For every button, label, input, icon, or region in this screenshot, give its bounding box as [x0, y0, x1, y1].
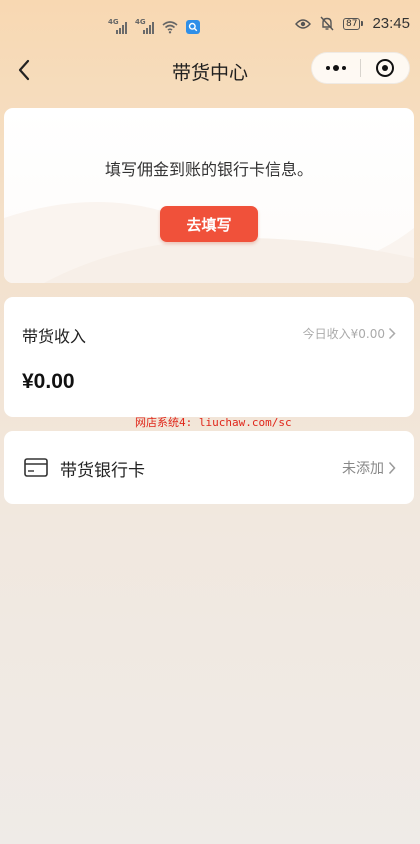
watermark-text: 网店系统4: liuchaw.com/sc: [135, 416, 292, 429]
signal-sim2-icon: 4G: [135, 18, 154, 34]
income-title: 带货收入: [22, 327, 87, 346]
status-bar-indicators: 4G 4G: [108, 14, 200, 34]
more-button[interactable]: [312, 53, 360, 83]
clock: 23:45: [372, 15, 410, 32]
battery-icon: 87: [343, 17, 364, 30]
chevron-right-icon: [388, 327, 396, 340]
wifi-icon: [162, 21, 178, 34]
card-background-wave: [4, 202, 414, 283]
nav-bar: 带货中心: [0, 46, 420, 94]
bank-info-card: 填写佣金到账的银行卡信息。 去填写: [4, 108, 414, 283]
sim2-label: 4G: [135, 18, 146, 26]
signal-sim1-icon: 4G: [108, 18, 127, 34]
chevron-right-icon: [388, 461, 396, 475]
bank-card-status-text: 未添加: [342, 461, 384, 477]
bank-card-row[interactable]: 带货银行卡 未添加: [4, 431, 414, 504]
status-bar: 4G 4G 87 23:45: [0, 0, 420, 50]
fill-in-button[interactable]: 去填写: [160, 206, 258, 242]
today-income-link[interactable]: 今日收入¥0.00: [303, 325, 396, 342]
mute-bell-icon: [320, 16, 334, 31]
eye-icon: [295, 18, 311, 29]
status-bar-right: 87 23:45: [295, 15, 410, 32]
miniprogram-capsule: [311, 52, 410, 84]
income-card: 带货收入 今日收入¥0.00 ¥0.00: [4, 297, 414, 417]
bank-card-label: 带货银行卡: [60, 461, 145, 481]
sim1-label: 4G: [108, 18, 119, 26]
bank-info-text: 填写佣金到账的银行卡信息。: [104, 160, 313, 179]
close-target-icon: [376, 59, 394, 77]
today-income-label: 今日收入¥0.00: [302, 327, 385, 341]
search-icon: [186, 20, 200, 34]
income-amount: ¥0.00: [22, 370, 75, 393]
bank-card-status: 未添加: [342, 458, 396, 478]
more-dots-icon: [326, 65, 346, 71]
battery-level: 87: [343, 17, 361, 30]
bank-card-icon: [24, 458, 48, 477]
close-miniprogram-button[interactable]: [361, 53, 409, 83]
